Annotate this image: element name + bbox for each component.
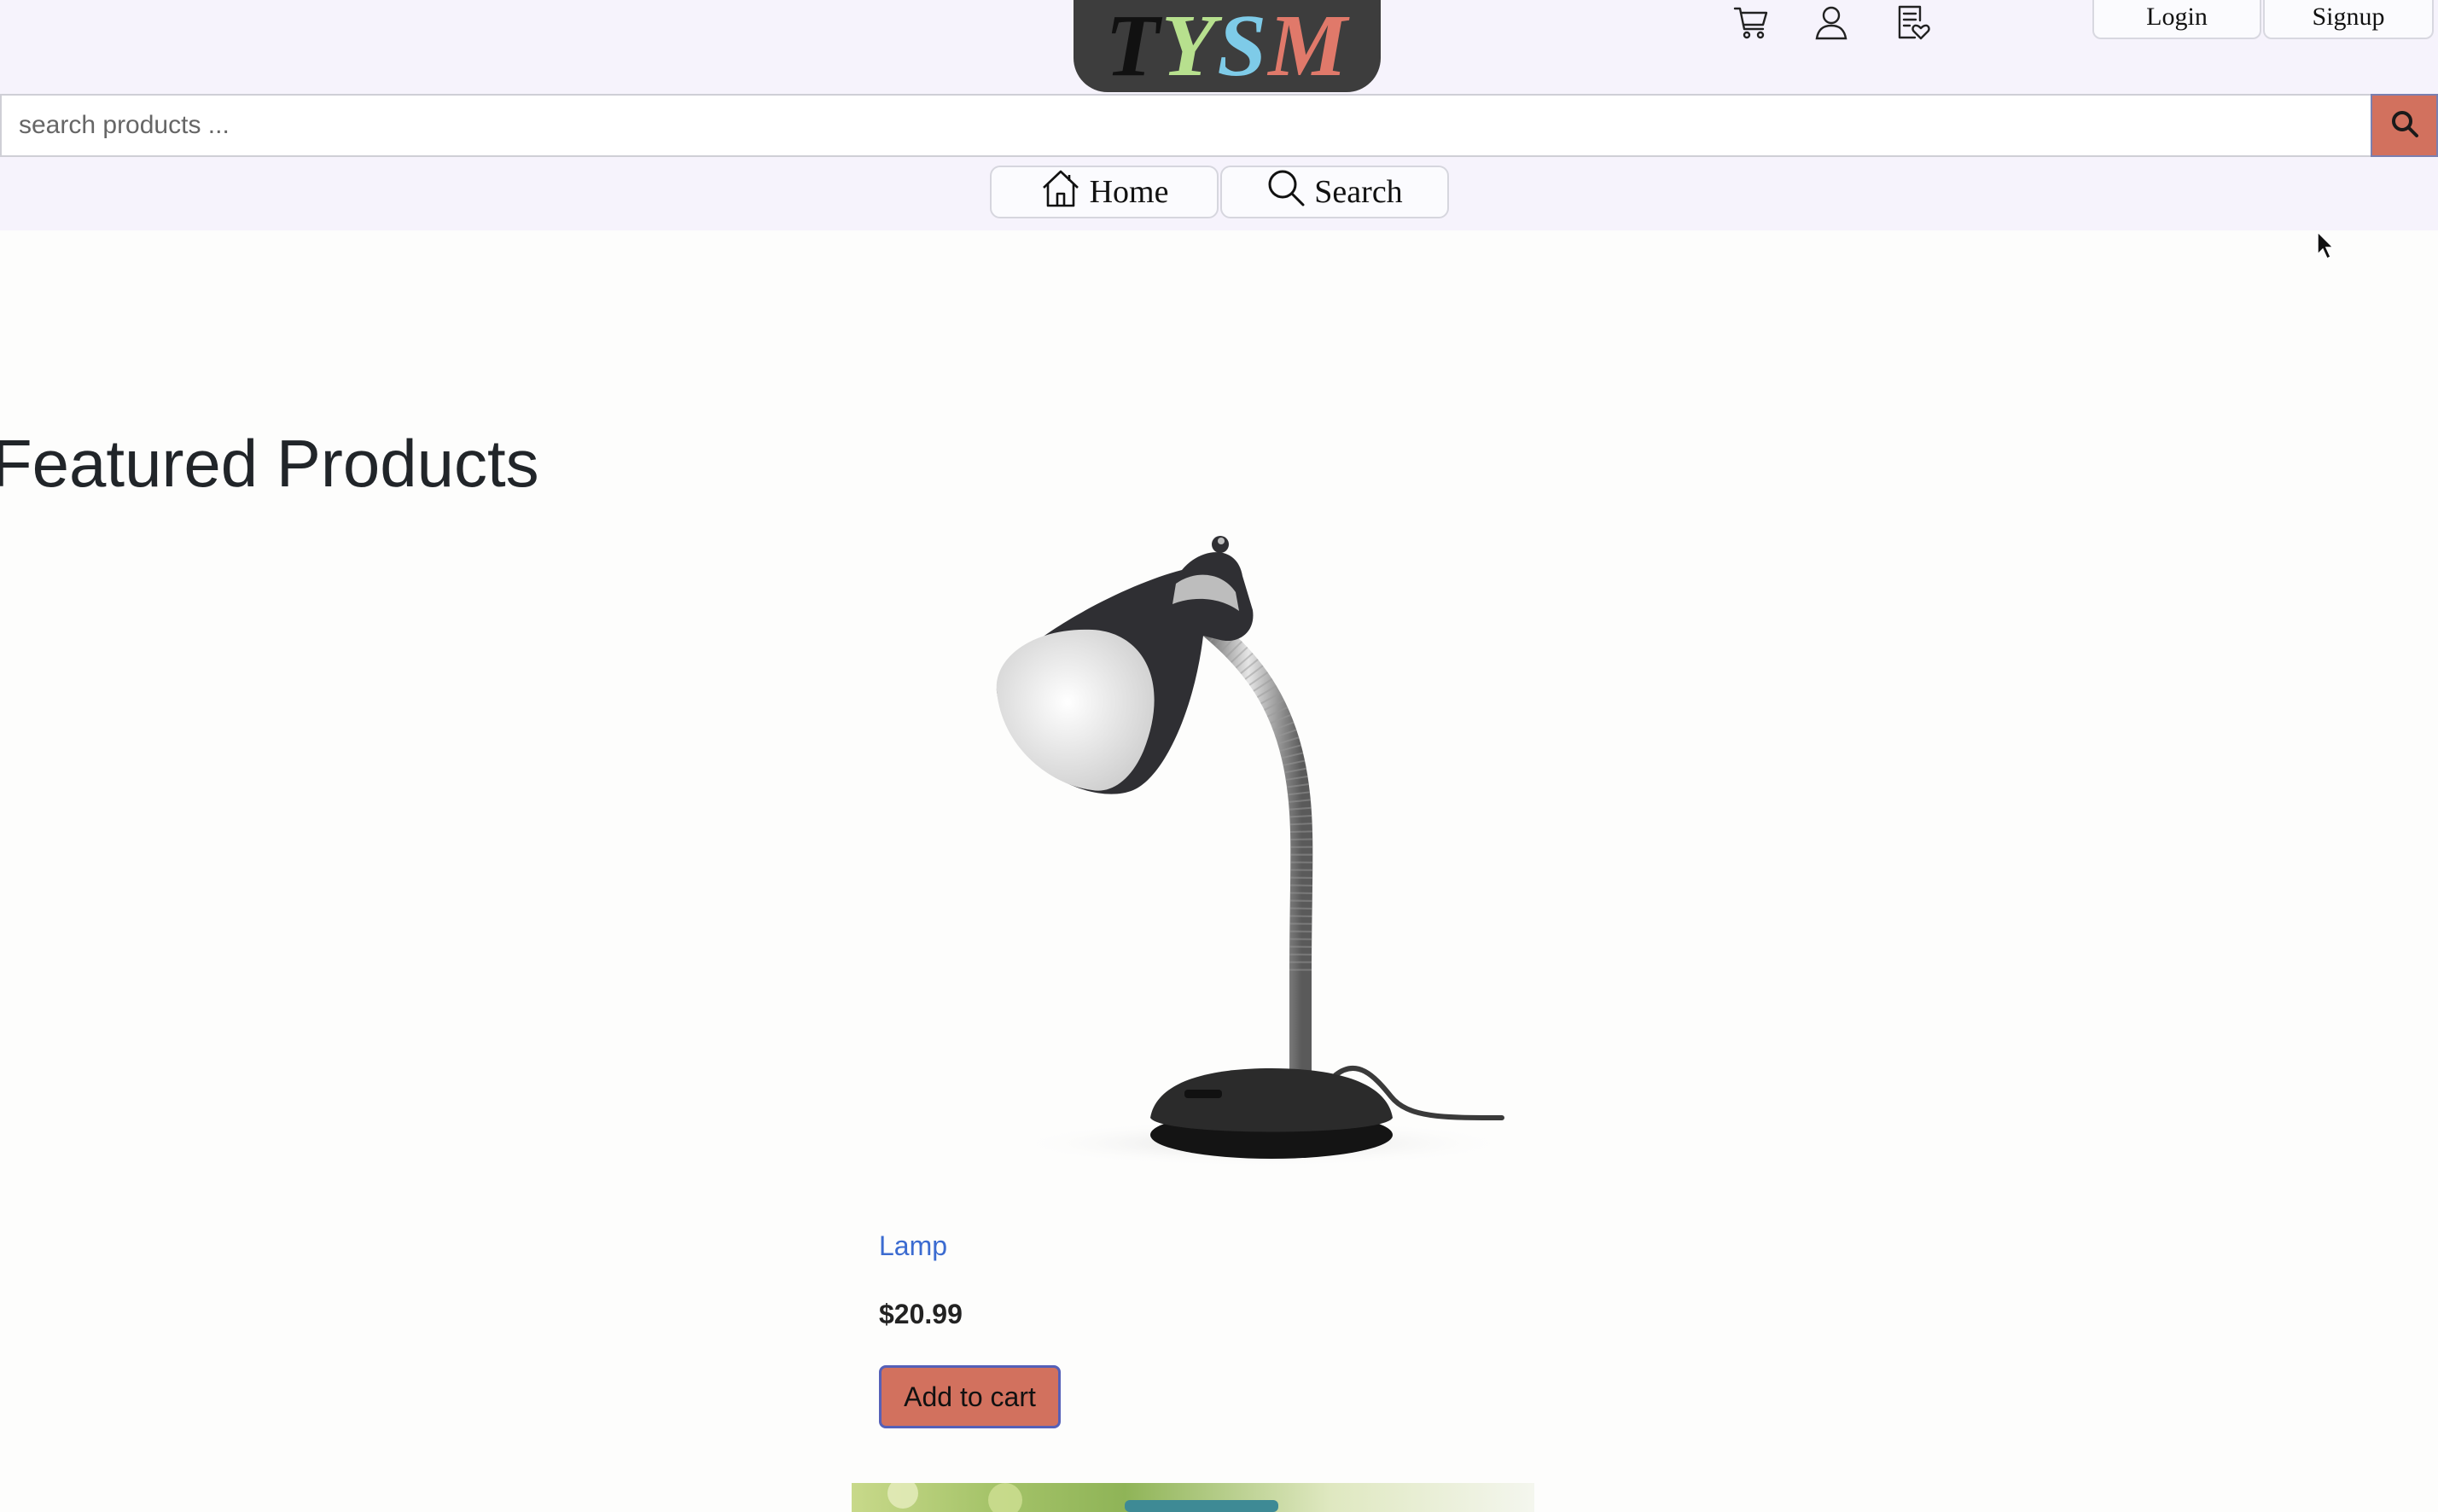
login-label: Login <box>2146 3 2208 31</box>
search-button[interactable] <box>2371 94 2438 157</box>
next-product-image[interactable] <box>852 1483 1534 1512</box>
mouse-cursor-icon <box>2316 230 2336 261</box>
signup-button[interactable]: Signup <box>2263 0 2434 39</box>
search-bar <box>0 94 2438 157</box>
logo-letter-m: M <box>1268 0 1349 95</box>
login-button[interactable]: Login <box>2092 0 2261 39</box>
search-icon <box>2390 109 2419 142</box>
brand-logo[interactable]: T Y S M <box>1074 0 1381 92</box>
add-to-cart-label: Add to cart <box>904 1381 1036 1412</box>
logo-letter-t: T <box>1105 0 1161 95</box>
search-nav-label: Search <box>1314 174 1403 210</box>
home-button[interactable]: Home <box>990 166 1219 218</box>
featured-products-heading: Featured Products <box>0 426 539 501</box>
search-nav-button[interactable]: Search <box>1220 166 1449 218</box>
top-navigation: T Y S M Login Signup search products ...… <box>0 0 2438 230</box>
home-label: Home <box>1089 174 1169 210</box>
user-icon[interactable] <box>1811 2 1852 43</box>
product-price: $20.99 <box>879 1299 963 1329</box>
signup-label: Signup <box>2312 3 2385 31</box>
cart-icon[interactable] <box>1731 2 1772 43</box>
search-icon <box>1266 168 1306 216</box>
add-to-cart-button[interactable]: Add to cart <box>879 1365 1061 1428</box>
product-name-link[interactable]: Lamp <box>879 1230 947 1262</box>
logo-letter-s: S <box>1217 0 1269 95</box>
search-input[interactable] <box>0 94 2371 157</box>
wishlist-icon[interactable] <box>1891 2 1932 43</box>
product-image-lamp[interactable] <box>981 529 1519 1195</box>
home-icon <box>1040 167 1081 217</box>
logo-letter-y: Y <box>1161 0 1218 95</box>
